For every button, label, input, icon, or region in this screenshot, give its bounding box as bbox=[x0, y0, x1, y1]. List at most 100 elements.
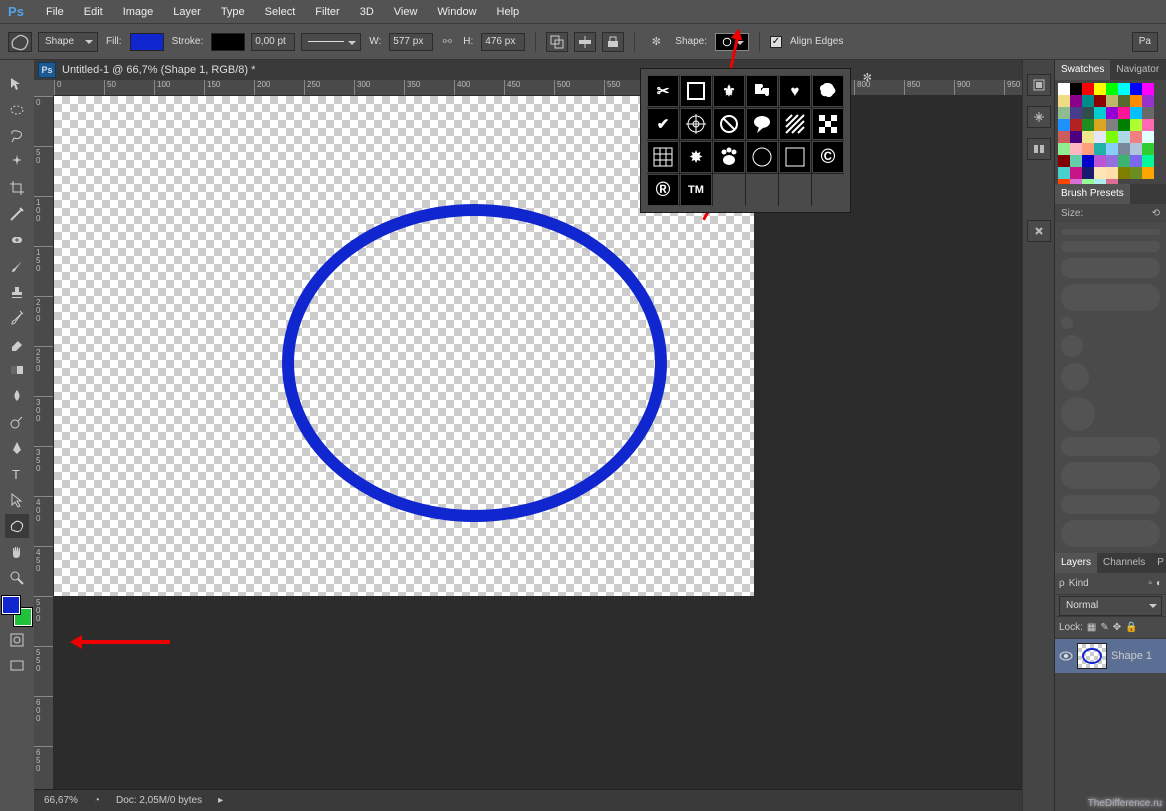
menu-window[interactable]: Window bbox=[427, 0, 486, 24]
tool-mode-dropdown[interactable]: Shape bbox=[38, 32, 98, 52]
swatch[interactable] bbox=[1106, 131, 1118, 143]
paths-tab[interactable]: P bbox=[1151, 553, 1166, 573]
shape-speech[interactable] bbox=[746, 108, 778, 140]
shape-square-outline[interactable] bbox=[680, 75, 712, 107]
swatch[interactable] bbox=[1142, 83, 1154, 95]
eye-icon[interactable] bbox=[1059, 649, 1073, 663]
stroke-swatch[interactable] bbox=[211, 33, 245, 51]
status-icon[interactable]: ◔ bbox=[94, 795, 100, 806]
filter-img-icon[interactable]: ▫ bbox=[1148, 578, 1152, 589]
blur-tool[interactable] bbox=[5, 384, 29, 408]
menu-type[interactable]: Type bbox=[211, 0, 255, 24]
swatch[interactable] bbox=[1082, 95, 1094, 107]
menu-3d[interactable]: 3D bbox=[350, 0, 384, 24]
swatch[interactable] bbox=[1058, 95, 1070, 107]
gear-icon[interactable]: ✼ bbox=[645, 32, 667, 52]
swatch[interactable] bbox=[1070, 131, 1082, 143]
wand-tool[interactable] bbox=[5, 150, 29, 174]
swatch[interactable] bbox=[1118, 155, 1130, 167]
layer-name[interactable]: Shape 1 bbox=[1111, 650, 1152, 662]
swatch[interactable] bbox=[1058, 131, 1070, 143]
shape-burst[interactable]: ✸ bbox=[680, 141, 712, 173]
align-icon[interactable] bbox=[574, 32, 596, 52]
shape-checker[interactable] bbox=[812, 108, 844, 140]
swatch[interactable] bbox=[1082, 143, 1094, 155]
marquee-tool[interactable] bbox=[5, 98, 29, 122]
shape-copyright[interactable]: © bbox=[812, 141, 844, 173]
ruler-horizontal[interactable]: 0501001502002503003504004505005506006507… bbox=[54, 80, 1022, 96]
swatch[interactable] bbox=[1118, 107, 1130, 119]
swatch[interactable] bbox=[1130, 119, 1142, 131]
swatch[interactable] bbox=[1094, 83, 1106, 95]
shape-puzzle[interactable] bbox=[746, 75, 778, 107]
filter-adj-icon[interactable]: ◐ bbox=[1156, 578, 1162, 589]
reset-icon[interactable]: ⟲ bbox=[1152, 208, 1160, 219]
pa-button[interactable]: Pa bbox=[1132, 32, 1158, 52]
shape-fleur[interactable]: ⚜ bbox=[713, 75, 745, 107]
lasso-tool[interactable] bbox=[5, 124, 29, 148]
menu-view[interactable]: View bbox=[384, 0, 428, 24]
shape-scissors[interactable]: ✂ bbox=[647, 75, 679, 107]
swatch[interactable] bbox=[1118, 119, 1130, 131]
swatch[interactable] bbox=[1094, 143, 1106, 155]
swatch[interactable] bbox=[1094, 167, 1106, 179]
eraser-tool[interactable] bbox=[5, 332, 29, 356]
layer-thumb[interactable] bbox=[1077, 643, 1107, 669]
move-tool[interactable] bbox=[5, 72, 29, 96]
status-arrow-icon[interactable]: ▸ bbox=[218, 795, 223, 806]
pen-tool[interactable] bbox=[5, 436, 29, 460]
shape-grid3[interactable] bbox=[647, 141, 679, 173]
swatch[interactable] bbox=[1082, 167, 1094, 179]
swatch[interactable] bbox=[1094, 119, 1106, 131]
stroke-width-input[interactable]: 0,00 pt bbox=[251, 33, 295, 51]
width-input[interactable]: 577 px bbox=[389, 33, 433, 51]
active-tool-icon[interactable] bbox=[8, 32, 32, 52]
swatch[interactable] bbox=[1142, 95, 1154, 107]
channels-tab[interactable]: Channels bbox=[1097, 553, 1151, 573]
swatches-tab[interactable]: Swatches bbox=[1055, 60, 1110, 80]
menu-filter[interactable]: Filter bbox=[305, 0, 349, 24]
height-input[interactable]: 476 px bbox=[481, 33, 525, 51]
gradient-tool[interactable] bbox=[5, 358, 29, 382]
custom-shape-tool[interactable] bbox=[5, 514, 29, 538]
swatch[interactable] bbox=[1130, 83, 1142, 95]
hand-tool[interactable] bbox=[5, 540, 29, 564]
menu-layer[interactable]: Layer bbox=[163, 0, 211, 24]
swatch[interactable] bbox=[1058, 167, 1070, 179]
swatch-grid[interactable] bbox=[1055, 80, 1166, 184]
menu-edit[interactable]: Edit bbox=[74, 0, 113, 24]
path-select-tool[interactable] bbox=[5, 488, 29, 512]
dock-btn-3[interactable] bbox=[1027, 138, 1051, 160]
swatch[interactable] bbox=[1082, 83, 1094, 95]
swatch[interactable] bbox=[1094, 155, 1106, 167]
fill-swatch[interactable] bbox=[130, 33, 164, 51]
menu-select[interactable]: Select bbox=[255, 0, 306, 24]
swatch[interactable] bbox=[1094, 107, 1106, 119]
dock-grip[interactable] bbox=[2, 64, 32, 70]
shape-heart[interactable]: ♥ bbox=[779, 75, 811, 107]
swatch[interactable] bbox=[1106, 107, 1118, 119]
ruler-vertical[interactable]: 0501001502002503003504004505005506006507… bbox=[34, 96, 54, 789]
swatch[interactable] bbox=[1058, 83, 1070, 95]
swatch[interactable] bbox=[1070, 95, 1082, 107]
eyedropper-tool[interactable] bbox=[5, 202, 29, 226]
menu-help[interactable]: Help bbox=[487, 0, 530, 24]
swatch[interactable] bbox=[1058, 155, 1070, 167]
lock-brush-icon[interactable]: ✎ bbox=[1100, 622, 1108, 633]
swatch[interactable] bbox=[1070, 143, 1082, 155]
link-icon[interactable]: ⚯ bbox=[439, 35, 455, 48]
swatch[interactable] bbox=[1130, 167, 1142, 179]
swatch[interactable] bbox=[1142, 131, 1154, 143]
swatch[interactable] bbox=[1094, 95, 1106, 107]
zoom-tool[interactable] bbox=[5, 566, 29, 590]
swatch[interactable] bbox=[1118, 131, 1130, 143]
swatch[interactable] bbox=[1058, 119, 1070, 131]
swatch[interactable] bbox=[1070, 155, 1082, 167]
doc-status[interactable]: Doc: 2,05M/0 bytes bbox=[116, 795, 202, 806]
swatch[interactable] bbox=[1094, 131, 1106, 143]
swatch[interactable] bbox=[1070, 119, 1082, 131]
swatch[interactable] bbox=[1142, 167, 1154, 179]
arrange-icon[interactable] bbox=[602, 32, 624, 52]
swatch[interactable] bbox=[1118, 83, 1130, 95]
shape-paw[interactable] bbox=[713, 141, 745, 173]
